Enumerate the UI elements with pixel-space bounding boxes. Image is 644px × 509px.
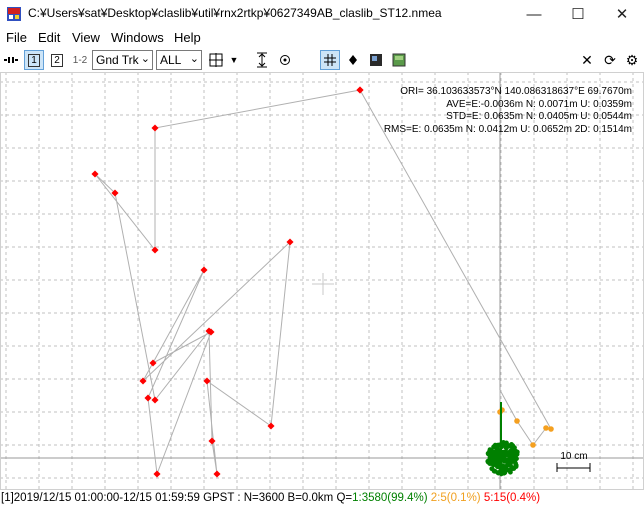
solution-statistics: ORI= 36.103633573°N 140.086318637°E 69.7… <box>384 86 632 136</box>
chevron-down-icon: ⌄ <box>189 53 199 65</box>
float-point <box>514 418 520 424</box>
status-summary: [1]2019/12/15 01:00:00-12/15 01:59:59 GP… <box>1 492 353 504</box>
fix-point <box>495 443 500 448</box>
fix-point <box>487 449 492 454</box>
menu-help[interactable]: Help <box>174 30 201 45</box>
maximize-button[interactable]: ☐ <box>556 0 600 28</box>
float-point <box>543 425 549 431</box>
scale-label: 10 cm <box>560 451 587 462</box>
q2-float-count: 2:5(0.1%) <box>430 492 481 504</box>
show-center-icon[interactable] <box>275 50 295 70</box>
center-origin-icon[interactable] <box>206 50 226 70</box>
close-button[interactable]: ✕ <box>600 0 644 28</box>
minimize-button[interactable]: — <box>512 0 556 28</box>
scale-bar: 10 cm <box>556 451 591 472</box>
fix-point <box>489 461 494 466</box>
fix-point <box>508 444 514 449</box>
fix-point <box>501 467 506 473</box>
close-plot-icon[interactable]: ✕ <box>578 50 596 70</box>
single-point <box>151 124 159 132</box>
fix-point <box>501 440 506 445</box>
fix-point <box>507 449 513 455</box>
chevron-down-icon: ⌄ <box>140 53 150 65</box>
single-point <box>213 470 221 478</box>
menu-bar: File Edit View Windows Help <box>0 28 644 48</box>
float-point <box>548 426 554 432</box>
connect-icon[interactable] <box>2 50 20 70</box>
center-crosshair <box>312 273 334 295</box>
std-text: STD=E: 0.0635m N: 0.0405m U: 0.0544m <box>446 111 632 122</box>
solution-2-button[interactable]: 2 <box>47 50 67 70</box>
grid-toggle-icon[interactable] <box>320 50 340 70</box>
float-point <box>530 442 536 448</box>
fix-point <box>514 451 520 457</box>
origin-text: ORI= 36.103633573°N 140.086318637°E 69.7… <box>400 86 632 97</box>
menu-edit[interactable]: Edit <box>38 30 60 45</box>
single-point <box>153 470 161 478</box>
plot-type-select[interactable]: Gnd Trk ⌄ <box>92 50 153 70</box>
rms-text: RMS=E: 0.0635m N: 0.0412m U: 0.0652m 2D:… <box>383 123 632 135</box>
q1-fix-count: 1:3580(99.4%) <box>352 492 428 504</box>
single-point <box>356 86 364 94</box>
window-title: C:¥Users¥sat¥Desktop¥claslib¥util¥rnx2rt… <box>28 6 442 20</box>
menu-windows[interactable]: Windows <box>111 30 164 45</box>
origin-dropdown-icon[interactable]: ▼ <box>228 50 240 70</box>
menu-file[interactable]: File <box>6 30 27 45</box>
show-point-icon[interactable] <box>343 50 363 70</box>
menu-view[interactable]: View <box>72 30 100 45</box>
solution-1-2-button[interactable]: 1-2 <box>70 50 90 70</box>
rtkplot-app-icon <box>7 7 21 21</box>
fix-point <box>495 452 501 457</box>
q5-single-count: 5:15(0.4%) <box>483 492 541 504</box>
single-point <box>200 266 208 274</box>
status-bar: [1]2019/12/15 01:00:00-12/15 01:59:59 GP… <box>0 491 644 509</box>
google-earth-icon[interactable] <box>389 50 409 70</box>
reload-icon[interactable]: ⟳ <box>600 50 620 70</box>
track-line <box>359 89 552 458</box>
fix-point <box>496 470 501 476</box>
solution-1-button[interactable]: 1 <box>24 50 44 70</box>
title-bar: C:¥Users¥sat¥Desktop¥claslib¥util¥rnx2rt… <box>0 0 644 28</box>
fix-point <box>496 463 501 469</box>
toolbar: 1 2 1-2 Gnd Trk ⌄ ALL ⌄ ▼ ✕ ⟳ ⚙ <box>0 48 644 72</box>
satellite-select[interactable]: ALL ⌄ <box>156 50 202 70</box>
fix-point <box>507 462 512 467</box>
fix-point <box>491 468 497 474</box>
fix-point <box>501 456 506 462</box>
fix-point <box>499 444 505 450</box>
average-text: AVE=E:-0.0036m N: 0.0071m U: 0.0359m <box>446 98 632 110</box>
single-point <box>149 359 157 367</box>
single-point <box>208 437 216 445</box>
single-point <box>144 394 152 402</box>
fix-point <box>508 456 514 462</box>
gear-icon[interactable]: ⚙ <box>622 50 642 70</box>
single-point <box>267 422 275 430</box>
map-image-icon[interactable] <box>366 50 386 70</box>
fit-vertical-icon[interactable] <box>252 50 272 70</box>
